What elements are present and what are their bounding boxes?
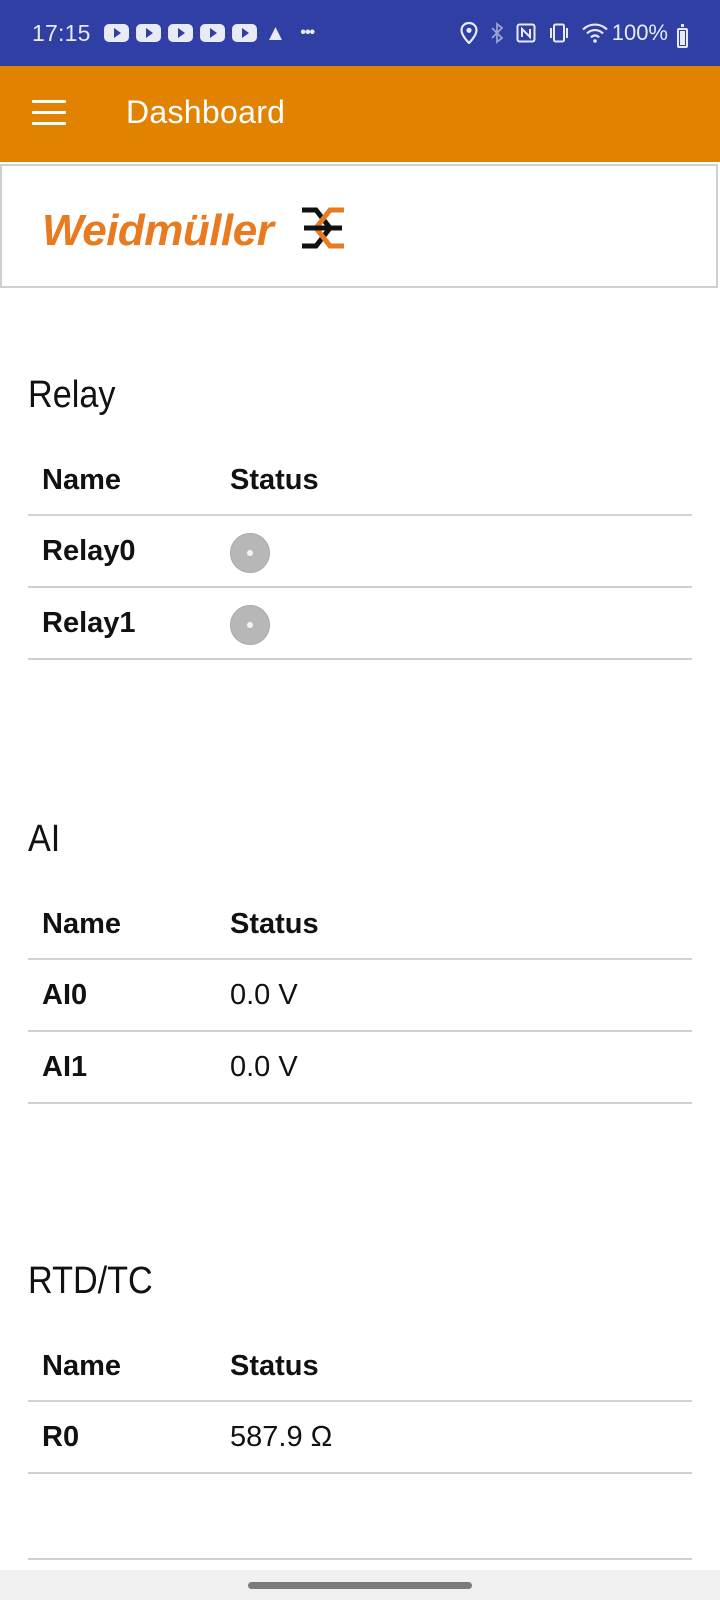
logo-card: Weidmüller: [0, 164, 718, 288]
rtd-tc-table: Name Status R0 587.9 Ω: [28, 1332, 692, 1474]
youtube-icon: [167, 24, 193, 42]
relay-indicator-icon: [230, 605, 270, 645]
youtube-icon: [231, 24, 257, 42]
section-title-ai: AI: [28, 818, 61, 860]
table-row: Relay1: [28, 587, 692, 660]
table-row: AI1 0.0 V: [28, 1031, 692, 1104]
divider: [28, 1558, 692, 1560]
relay-status-cell: [216, 515, 692, 588]
ai-value: 0.0 V: [216, 959, 692, 1032]
nfc-icon: [516, 23, 536, 43]
app-bar: Dashboard: [0, 66, 720, 162]
table-header-row: Name Status: [28, 1332, 692, 1402]
relay-indicator-icon: [230, 533, 270, 573]
relay-name: Relay1: [28, 587, 216, 660]
vibrate-icon: [548, 23, 570, 43]
navigation-bar: [0, 1570, 720, 1600]
home-gesture-handle[interactable]: [248, 1582, 472, 1589]
page-title: Dashboard: [126, 94, 286, 130]
column-header-status: Status: [216, 890, 692, 960]
column-header-status: Status: [216, 446, 692, 516]
bluetooth-icon: [490, 22, 504, 44]
column-header-name: Name: [28, 446, 216, 516]
notification-icons: ▲ •••: [97, 22, 315, 44]
battery-icon: [677, 24, 688, 48]
ai-name: AI1: [28, 1031, 216, 1104]
youtube-icon: [103, 24, 129, 42]
wifi-icon: [581, 23, 608, 43]
ai-value: 0.0 V: [216, 1031, 692, 1104]
warning-icon: ▲: [264, 20, 287, 45]
weidmuller-logo-mark: [302, 207, 344, 249]
rtd-name: R0: [28, 1401, 216, 1474]
table-row: R0 587.9 Ω: [28, 1401, 692, 1474]
youtube-icon: [199, 24, 225, 42]
column-header-name: Name: [28, 890, 216, 960]
column-header-name: Name: [28, 1332, 216, 1402]
system-icons: 100%: [448, 0, 668, 66]
table-header-row: Name Status: [28, 890, 692, 960]
youtube-icon: [135, 24, 161, 42]
status-time: 17:15: [32, 19, 91, 46]
section-title-rtd-tc: RTD/TC: [28, 1260, 153, 1302]
more-icon: •••: [300, 24, 315, 41]
column-header-status: Status: [216, 1332, 692, 1402]
section-title-relay: Relay: [28, 374, 116, 416]
brand-logo-text: Weidmüller: [42, 206, 274, 255]
table-row: AI0 0.0 V: [28, 959, 692, 1032]
rtd-value: 587.9 Ω: [216, 1401, 692, 1474]
battery-percentage: 100%: [611, 20, 668, 45]
relay-status-cell: [216, 587, 692, 660]
relay-table: Name Status Relay0 Relay1: [28, 446, 692, 660]
status-bar: 17:15 ▲ ••• 100%: [0, 0, 720, 66]
ai-name: AI0: [28, 959, 216, 1032]
table-header-row: Name Status: [28, 446, 692, 516]
hamburger-menu-icon[interactable]: [32, 100, 66, 126]
location-icon: [460, 22, 478, 44]
ai-table: Name Status AI0 0.0 V AI1 0.0 V: [28, 890, 692, 1104]
table-row: Relay0: [28, 515, 692, 588]
relay-name: Relay0: [28, 515, 216, 588]
